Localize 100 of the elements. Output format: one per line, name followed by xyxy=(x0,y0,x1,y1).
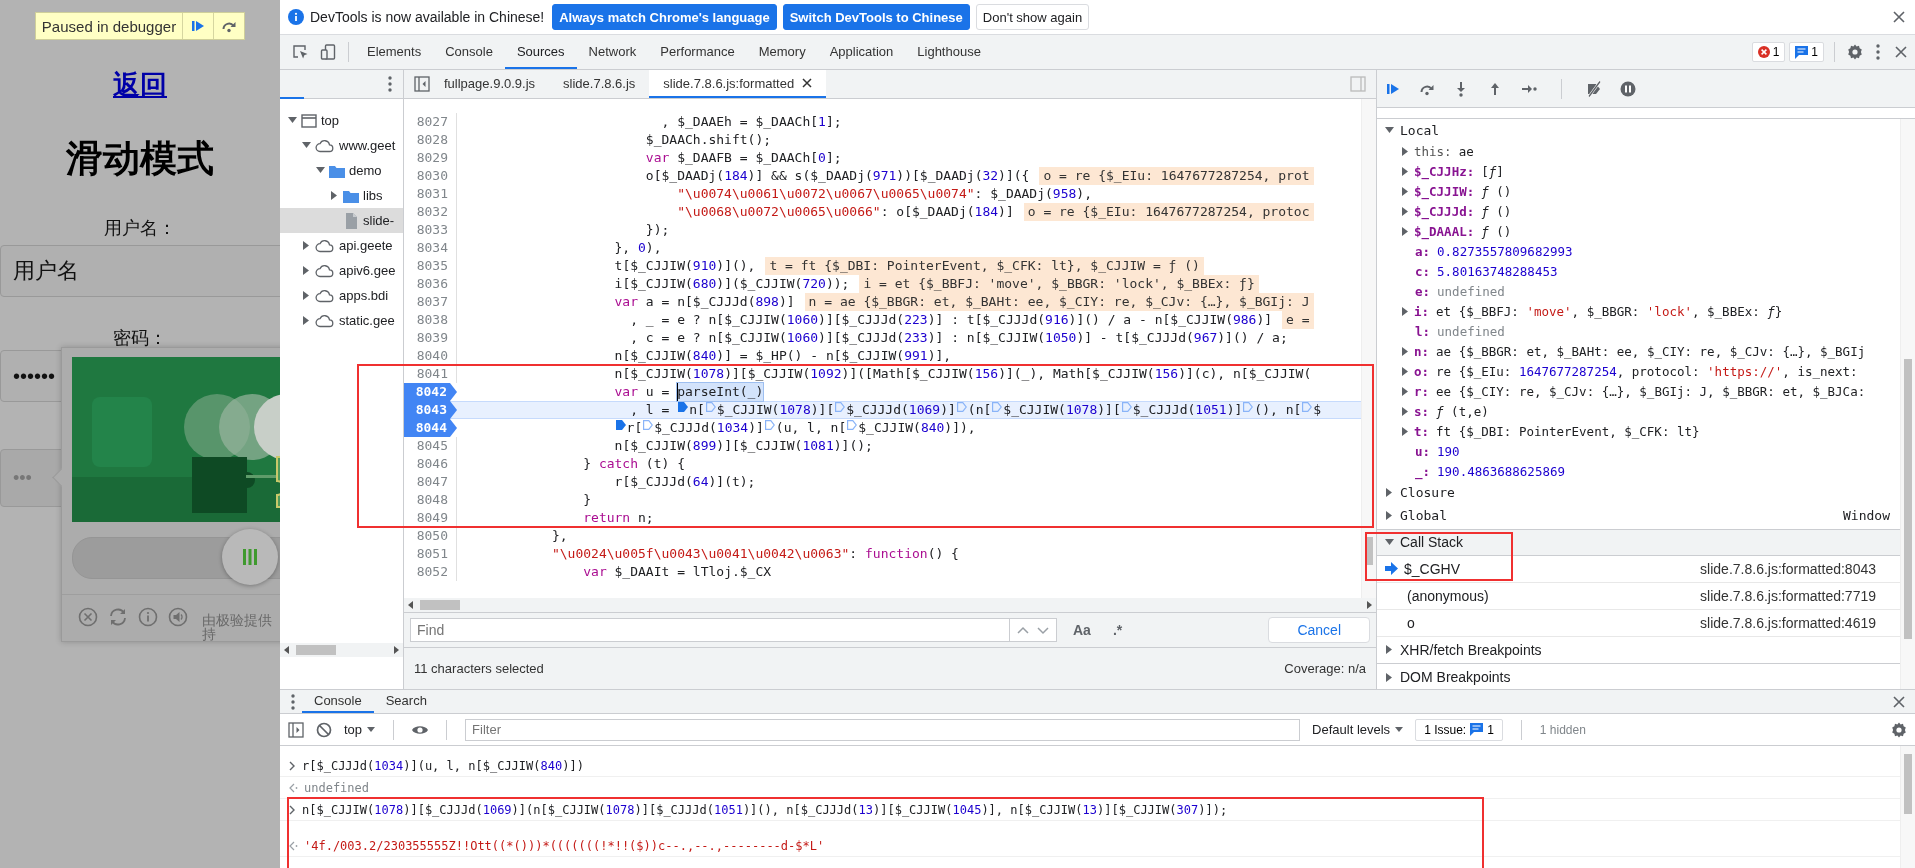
inspect-icon[interactable] xyxy=(292,44,308,60)
tree-item[interactable]: slide- xyxy=(363,213,395,228)
context-selector[interactable]: top xyxy=(344,722,376,737)
infobar-button[interactable]: Don't show again xyxy=(975,4,1090,30)
issues-button[interactable]: 1 Issue: 1 xyxy=(1415,718,1503,741)
caret-right-icon[interactable] xyxy=(1401,187,1410,196)
close-icon[interactable] xyxy=(802,78,813,88)
tree-item[interactable]: static.gee xyxy=(339,313,395,328)
caret-right-icon[interactable] xyxy=(1385,510,1394,520)
tree-item[interactable]: top xyxy=(321,113,340,128)
regex-button[interactable]: .* xyxy=(1106,622,1129,638)
panel-tab[interactable]: Elements xyxy=(355,35,434,69)
inline-breakpoint-icon[interactable] xyxy=(678,401,689,413)
scrollbar-thumb[interactable] xyxy=(1904,359,1912,639)
panel-tab[interactable]: Performance xyxy=(648,35,747,69)
caret-right-icon[interactable] xyxy=(1401,207,1410,216)
caret-down-icon[interactable] xyxy=(302,141,311,150)
tree-item[interactable]: apiv6.gee xyxy=(339,263,396,278)
more-options-icon[interactable] xyxy=(290,693,296,710)
call-frame[interactable]: $_CGHV slide.7.8.6.js:formatted:8043 xyxy=(1377,555,1900,583)
caret-right-icon[interactable] xyxy=(330,191,339,200)
tree-item[interactable]: demo xyxy=(349,163,382,178)
more-options-icon[interactable] xyxy=(1875,44,1881,60)
caret-right-icon[interactable] xyxy=(1401,147,1410,156)
breakpoint-line-number[interactable]: 8042 xyxy=(404,383,457,401)
sidebar-toggle-icon[interactable] xyxy=(414,76,430,92)
caret-right-icon[interactable] xyxy=(1385,645,1394,655)
scrollbar-thumb[interactable] xyxy=(296,645,336,655)
close-icon[interactable] xyxy=(1893,44,1909,60)
username-field[interactable]: 用户名 xyxy=(0,245,280,297)
previous-match-icon[interactable] xyxy=(1016,624,1030,636)
close-icon[interactable] xyxy=(1891,9,1907,25)
caret-right-icon[interactable] xyxy=(1401,387,1410,396)
breakpoint-line-number[interactable]: 8043 xyxy=(404,401,457,419)
more-options-icon[interactable] xyxy=(387,76,393,92)
caret-right-icon[interactable] xyxy=(302,291,311,300)
section-header[interactable]: DOM Breakpoints xyxy=(1400,669,1511,686)
scrollbar-thumb[interactable] xyxy=(1365,537,1373,565)
panel-tab[interactable]: Network xyxy=(576,35,649,69)
panel-tab[interactable]: Memory xyxy=(746,35,818,69)
pause-icon[interactable] xyxy=(1620,80,1636,97)
clear-console-icon[interactable] xyxy=(316,721,332,738)
cancel-button[interactable]: Cancel xyxy=(1268,617,1370,643)
sidebar-icon[interactable] xyxy=(288,721,304,738)
caret-right-icon[interactable] xyxy=(1401,167,1410,176)
inline-breakpoint-icon[interactable] xyxy=(615,419,626,431)
match-case-button[interactable]: Aa xyxy=(1067,622,1097,638)
caret-right-icon[interactable] xyxy=(1401,307,1410,316)
device-toolbar-icon[interactable] xyxy=(320,44,336,60)
breakpoint-line-number[interactable]: 8044 xyxy=(404,419,457,437)
drawer-tab[interactable]: Search xyxy=(373,690,439,713)
scope-section-label[interactable]: Global xyxy=(1400,507,1447,523)
caret-right-icon[interactable] xyxy=(302,266,311,275)
sidebar-toggle-icon[interactable] xyxy=(1350,76,1366,92)
back-link[interactable]: 返回 xyxy=(113,69,167,101)
scope-section-label[interactable]: Closure xyxy=(1400,485,1455,501)
tree-item[interactable]: libs xyxy=(363,188,383,203)
call-frame[interactable]: o slide.7.8.6.js:formatted:4619 xyxy=(1377,609,1900,637)
panel-tab[interactable]: Lighthouse xyxy=(905,35,993,69)
tree-item[interactable]: apps.bdi xyxy=(339,288,389,303)
scroll-left-icon[interactable] xyxy=(284,646,290,654)
call-frame[interactable]: (anonymous) slide.7.8.6.js:formatted:7719 xyxy=(1377,582,1900,610)
file-tab[interactable]: slide.7.8.6.js:formatted xyxy=(649,70,827,98)
caret-right-icon[interactable] xyxy=(1385,488,1394,498)
levels-dropdown[interactable]: Default levels xyxy=(1312,722,1404,737)
scroll-left-icon[interactable] xyxy=(408,601,414,609)
close-icon[interactable] xyxy=(1891,693,1907,710)
panel-tab[interactable]: Application xyxy=(817,35,906,69)
filter-field[interactable]: Filter xyxy=(465,718,1301,741)
error-count-button[interactable]: 1 xyxy=(1751,42,1786,62)
file-tab[interactable]: slide.7.8.6.js xyxy=(549,70,650,98)
drawer-tab[interactable]: Console xyxy=(302,690,374,713)
scroll-right-icon[interactable] xyxy=(1366,601,1372,609)
caret-down-icon[interactable] xyxy=(1385,125,1394,135)
scope-section-label[interactable]: Local xyxy=(1400,122,1440,138)
caret-right-icon[interactable] xyxy=(1385,672,1394,682)
caret-right-icon[interactable] xyxy=(1401,427,1410,436)
caret-right-icon[interactable] xyxy=(1401,227,1410,236)
tree-item[interactable]: www.geet xyxy=(339,138,396,153)
section-header[interactable]: Call Stack xyxy=(1400,534,1464,550)
caret-down-icon[interactable] xyxy=(288,116,297,125)
settings-icon[interactable] xyxy=(1847,44,1863,60)
caret-right-icon[interactable] xyxy=(1401,347,1410,356)
settings-icon[interactable] xyxy=(1891,721,1907,738)
panel-tab[interactable]: Console xyxy=(433,35,505,69)
caret-right-icon[interactable] xyxy=(1401,367,1410,376)
slider-handle[interactable] xyxy=(222,529,278,585)
caret-right-icon[interactable] xyxy=(302,316,311,325)
infobar-button[interactable]: Always match Chrome's language xyxy=(552,4,777,30)
caret-down-icon[interactable] xyxy=(1385,537,1394,547)
scrollbar-thumb[interactable] xyxy=(420,600,460,610)
file-tab[interactable]: fullpage.9.0.9.js xyxy=(430,70,550,98)
caret-right-icon[interactable] xyxy=(1401,407,1410,416)
scroll-right-icon[interactable] xyxy=(393,646,399,654)
message-count-button[interactable]: 1 xyxy=(1789,42,1824,62)
deactivate-breakpoints-icon[interactable] xyxy=(1586,80,1602,97)
infobar-button[interactable]: Switch DevTools to Chinese xyxy=(782,4,970,30)
section-header[interactable]: XHR/fetch Breakpoints xyxy=(1400,641,1542,658)
find-field[interactable]: Find xyxy=(410,618,1010,642)
scrollbar-thumb[interactable] xyxy=(1904,754,1912,814)
